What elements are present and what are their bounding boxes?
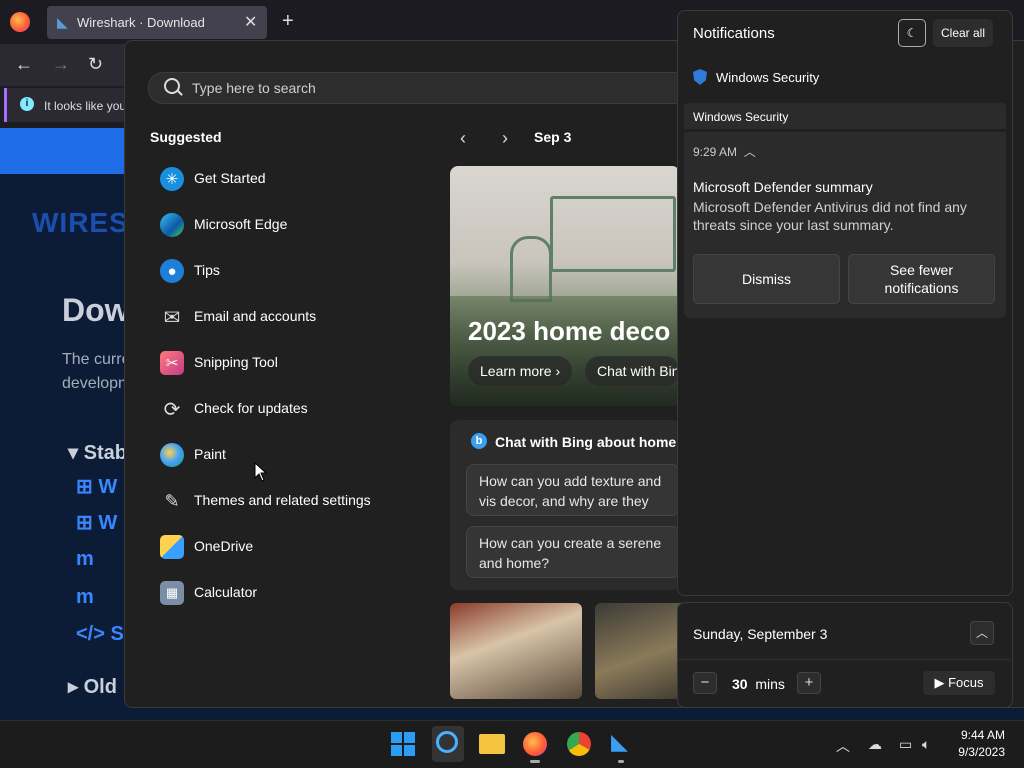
increase-focus-button[interactable]: +	[797, 672, 821, 694]
decrease-focus-button[interactable]: −	[693, 672, 717, 694]
forward-icon[interactable]: →	[52, 54, 70, 75]
dismiss-button[interactable]: Dismiss	[693, 254, 840, 304]
app-get-started[interactable]: ✳ Get Started	[158, 165, 418, 193]
wireshark-fin-icon: ◣	[57, 14, 68, 30]
calendar-date: Sunday, September 3	[693, 626, 828, 642]
download-windows-portable[interactable]: ⊞ W	[76, 510, 117, 535]
edge-icon	[160, 213, 184, 237]
focus-duration: 30 mins	[732, 676, 785, 692]
notification-app-name: Windows Security	[716, 70, 820, 85]
wireshark-running-indicator	[618, 760, 624, 763]
page-heading: Dow	[62, 292, 130, 328]
shelf-graphic	[550, 196, 676, 272]
download-windows-installer[interactable]: ⊞ W	[76, 474, 117, 499]
thumbnail-1[interactable]	[450, 603, 582, 699]
mouse-cursor	[254, 462, 268, 482]
taskbar-firefox-icon[interactable]	[523, 732, 547, 756]
network-icon[interactable]: ☁	[868, 736, 882, 753]
see-fewer-button[interactable]: See fewer notifications	[848, 254, 995, 304]
app-tips[interactable]: ● Tips	[158, 257, 418, 285]
search-placeholder: Type here to search	[192, 80, 316, 96]
info-bar-text: It looks like you	[44, 99, 127, 113]
highlights-date: Sep 3	[534, 129, 572, 145]
bing-question-1[interactable]: How can you add texture and vis decor, a…	[466, 464, 680, 516]
chat-with-bing-button[interactable]: Chat with Bin	[585, 356, 680, 386]
app-email-and-accounts[interactable]: ✉ Email and accounts	[158, 303, 418, 331]
refresh-icon: ⟳	[163, 398, 181, 421]
clear-all-button[interactable]: Clear all	[933, 19, 993, 47]
firefox-running-indicator	[530, 760, 540, 763]
close-tab-icon[interactable]: ✕	[244, 12, 257, 32]
show-hidden-icons-icon[interactable]: ︿	[836, 736, 850, 756]
display-icon[interactable]: ▭	[899, 736, 912, 753]
back-icon[interactable]: ←	[15, 54, 33, 75]
collapse-calendar-icon[interactable]: ︿	[970, 621, 994, 645]
notification-heading: Microsoft Defender summary	[693, 179, 873, 195]
app-themes-settings[interactable]: ✎ Themes and related settings	[158, 487, 418, 515]
download-macos-intel[interactable]: m	[76, 586, 94, 609]
notification-time[interactable]: 9:29 AM ︿	[693, 143, 756, 160]
tips-icon: ●	[160, 259, 184, 283]
email-icon: ✉	[163, 306, 181, 329]
suggested-heading: Suggested	[150, 129, 222, 145]
learn-more-button[interactable]: Learn more ›	[468, 356, 573, 386]
get-started-icon: ✳	[160, 167, 184, 191]
new-tab-button[interactable]: +	[282, 10, 294, 33]
taskbar-clock[interactable]: 9:44 AM 9/3/2023	[955, 727, 1005, 761]
taskbar-search-icon[interactable]	[436, 731, 458, 753]
snipping-tool-icon: ✂	[160, 351, 184, 375]
info-icon: i	[20, 97, 34, 111]
volume-icon[interactable]: 🔈︎	[922, 736, 930, 753]
hero-title: 2023 home deco	[468, 316, 671, 346]
focus-button[interactable]: ▶ Focus	[923, 671, 995, 695]
taskbar-wireshark-icon[interactable]: ◣	[611, 729, 635, 754]
app-check-for-updates[interactable]: ⟳ Check for updates	[158, 395, 418, 423]
app-onedrive[interactable]: OneDrive	[158, 533, 418, 561]
app-paint[interactable]: Paint	[158, 441, 418, 469]
plants-graphic	[450, 296, 680, 406]
tab-title: Wireshark · Download	[77, 15, 205, 30]
window-graphic	[510, 236, 552, 302]
app-snipping-tool[interactable]: ✂ Snipping Tool	[158, 349, 418, 377]
chevron-up-icon: ︿	[743, 145, 756, 159]
notifications-title: Notifications	[693, 25, 775, 42]
divider	[678, 659, 1010, 660]
chrome-icon[interactable]	[567, 732, 591, 756]
bing-icon: b	[471, 433, 487, 449]
app-calculator[interactable]: ▦ Calculator	[158, 579, 418, 607]
file-explorer-icon[interactable]	[479, 734, 505, 754]
stable-release-heading[interactable]: ▾ Stab	[68, 440, 127, 465]
play-icon: ▶	[934, 675, 945, 690]
reload-icon[interactable]: ↻	[88, 54, 103, 75]
do-not-disturb-icon[interactable]: ☾	[898, 19, 926, 47]
app-microsoft-edge[interactable]: Microsoft Edge	[158, 211, 418, 239]
notification-body: Microsoft Defender Antivirus did not fin…	[693, 199, 967, 233]
search-icon	[164, 78, 180, 94]
group-header-label: Windows Security	[693, 110, 789, 124]
firefox-icon[interactable]	[10, 12, 30, 32]
brush-icon: ✎	[164, 490, 180, 511]
bing-card-title: Chat with Bing about home d	[495, 434, 680, 450]
paint-icon	[160, 443, 184, 467]
calculator-icon: ▦	[160, 581, 184, 605]
start-windows-icon[interactable]	[391, 732, 415, 756]
next-arrow-icon[interactable]: ›	[502, 128, 508, 149]
old-release-heading[interactable]: ▸ Old	[68, 674, 117, 699]
onedrive-icon	[160, 535, 184, 559]
bing-question-2[interactable]: How can you create a serene and home?	[466, 526, 680, 578]
previous-arrow-icon[interactable]: ‹	[460, 128, 466, 149]
download-macos-arm[interactable]: m	[76, 548, 94, 571]
page-intro: The curre developm	[62, 351, 132, 392]
